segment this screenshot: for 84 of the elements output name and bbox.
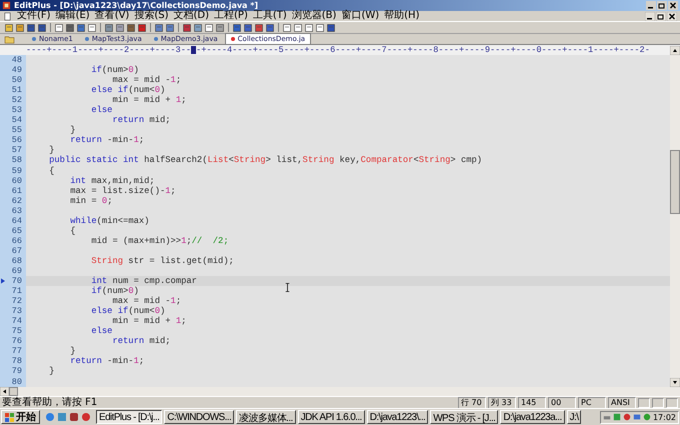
menu-item[interactable]: 文件(F) bbox=[17, 11, 51, 21]
taskbar-button[interactable]: D:\java1223a... bbox=[500, 410, 565, 424]
line-number: 78 bbox=[12, 356, 22, 366]
line-number: 62 bbox=[12, 196, 22, 206]
code-line: public static int halfSearch2(List<String> list,String key,Comparator<String> cmp) bbox=[48, 155, 482, 166]
code-line: min = mid + 1; bbox=[112, 95, 186, 106]
line-number: 80 bbox=[12, 376, 22, 387]
line-number: 63 bbox=[12, 206, 22, 216]
menu-item[interactable]: 浏览器(B) bbox=[292, 11, 336, 21]
line-number: 69 bbox=[12, 266, 22, 276]
line-number: 55 bbox=[12, 125, 22, 136]
start-button[interactable]: 开始 bbox=[1, 410, 40, 424]
line-number: 68 bbox=[12, 256, 22, 266]
line-number: 54 bbox=[12, 115, 22, 126]
menu-item[interactable]: 帮助(H) bbox=[384, 11, 420, 21]
window-title: EditPlus - [D:\java1223\day17\CollectionsDemo.java *] bbox=[14, 1, 260, 10]
code-line: } bbox=[48, 366, 54, 376]
code-line: if(num>0) bbox=[90, 65, 139, 76]
menu-item[interactable]: 编辑(E) bbox=[56, 11, 90, 21]
code-line: } bbox=[69, 346, 76, 356]
code-line: } bbox=[69, 125, 76, 136]
line-number: 71 bbox=[12, 286, 22, 296]
line-number: 52 bbox=[12, 95, 22, 106]
code-line: String str = list.get(mid); bbox=[90, 256, 234, 266]
taskbar-button[interactable]: D:\java1223\... bbox=[366, 410, 428, 424]
line-number: 61 bbox=[12, 186, 22, 196]
line-number: 70 bbox=[12, 276, 22, 286]
line-number: 67 bbox=[12, 246, 22, 256]
code-line: max = list.size()-1; bbox=[69, 186, 176, 196]
code-line: return mid; bbox=[111, 115, 171, 126]
code-line: max = mid -1; bbox=[111, 296, 182, 306]
taskbar-button[interactable]: J:\ bbox=[566, 410, 582, 424]
code-line: if(num>0) bbox=[90, 286, 139, 296]
code-line: else bbox=[90, 105, 112, 116]
code-line: return mid; bbox=[111, 336, 171, 346]
menu-item[interactable]: 窗口(W) bbox=[341, 11, 380, 21]
menu-item[interactable]: 搜索(S) bbox=[134, 11, 168, 21]
taskbar-button[interactable]: 凌波多媒体... bbox=[236, 410, 296, 424]
line-number: 76 bbox=[12, 336, 22, 346]
clock: 17:02 bbox=[652, 412, 676, 422]
line-number: 58 bbox=[12, 155, 22, 166]
taskbar-button[interactable]: WPS 演示 - [J... bbox=[430, 410, 498, 424]
line-number: 66 bbox=[12, 236, 22, 246]
line-number: 75 bbox=[12, 326, 22, 336]
line-number: 51 bbox=[12, 85, 22, 96]
line-number: 72 bbox=[12, 296, 22, 306]
code-line: int num = cmp.compar bbox=[90, 276, 197, 286]
taskbar-button[interactable]: C:\WINDOWS... bbox=[164, 410, 234, 424]
code-line: mid = (max+min)>>1;// /2; bbox=[90, 236, 229, 246]
code-line: max = mid -1; bbox=[111, 75, 182, 86]
line-number: 77 bbox=[12, 346, 22, 356]
line-number: 79 bbox=[12, 366, 22, 376]
line-number: 73 bbox=[12, 306, 22, 316]
taskbar-button[interactable]: EditPlus - [D:\j... bbox=[96, 410, 162, 424]
code-line: return -min-1; bbox=[69, 135, 144, 146]
menu-item[interactable]: 工具(T) bbox=[252, 11, 287, 21]
line-number: 74 bbox=[12, 316, 22, 326]
code-line: else bbox=[90, 326, 112, 336]
code-line: min = 0; bbox=[69, 196, 112, 206]
status-message: 要查看帮助，请按 F1 bbox=[2, 396, 98, 408]
code-line: min = mid + 1; bbox=[112, 316, 186, 326]
code-line: else if(num<0) bbox=[90, 306, 166, 316]
line-number: 56 bbox=[12, 135, 22, 146]
taskbar-button[interactable]: JDK API 1.6.0... bbox=[298, 410, 365, 424]
code-line: } bbox=[48, 145, 54, 156]
line-number: 48 bbox=[12, 55, 22, 66]
code-line: int max,min,mid; bbox=[69, 176, 155, 186]
code-line: else if(num<0) bbox=[90, 85, 166, 96]
line-number: 53 bbox=[12, 105, 22, 116]
line-number: 65 bbox=[12, 226, 22, 236]
line-number: 50 bbox=[12, 75, 22, 86]
menu-item[interactable]: 查看(V) bbox=[94, 11, 130, 21]
code-line: { bbox=[48, 166, 54, 176]
column-ruler: ----+----1----+----2----+----3-- -+----4----+----5----+----6----+----7----+----8----+----9----+----0----+----1----+----2- bbox=[25, 45, 651, 55]
menu-item[interactable]: 工程(P) bbox=[214, 11, 248, 21]
line-number: 57 bbox=[12, 145, 22, 156]
line-number: 64 bbox=[12, 216, 22, 226]
line-number: 59 bbox=[12, 166, 22, 176]
code-line: return -min-1; bbox=[69, 356, 144, 366]
code-line: while(min<=max) bbox=[69, 216, 150, 226]
menu-item[interactable]: 文档(D) bbox=[174, 11, 210, 21]
line-number: 49 bbox=[12, 65, 22, 76]
line-number: 60 bbox=[12, 176, 22, 186]
code-line: { bbox=[69, 226, 76, 236]
